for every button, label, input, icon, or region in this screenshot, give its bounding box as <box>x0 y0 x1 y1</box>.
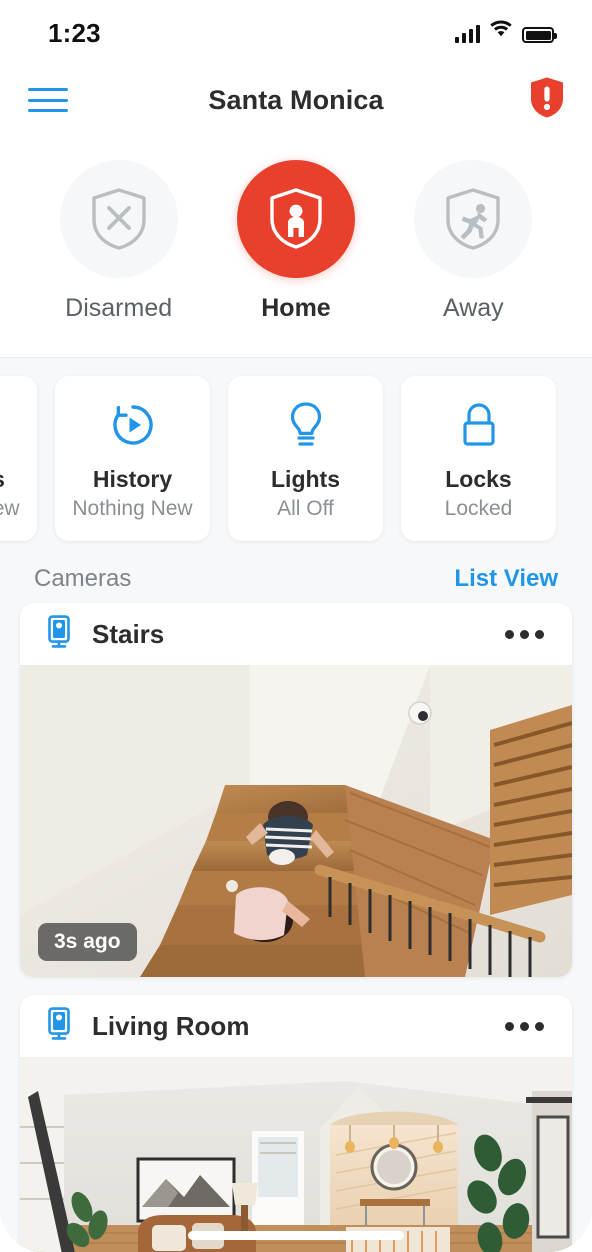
quick-card-title: Locks <box>445 466 512 492</box>
arm-mode-home[interactable]: Home <box>221 160 371 323</box>
quick-card-subtitle: All Off <box>277 497 334 520</box>
home-indicator <box>188 1231 404 1240</box>
cameras-section-header: Cameras List View <box>0 561 592 603</box>
list-view-link[interactable]: List View <box>454 565 558 593</box>
quick-card-title: Sensors <box>0 466 5 493</box>
shield-running-person-icon <box>446 188 501 250</box>
shield-alert-icon[interactable] <box>528 76 566 125</box>
arm-mode-label: Disarmed <box>65 294 173 322</box>
camera-card-stairs[interactable]: Stairs 3s ago <box>20 603 572 977</box>
shield-x-icon <box>91 188 146 250</box>
quick-card-sensors[interactable]: Sensors Nothing New <box>0 376 37 541</box>
quick-card-lights[interactable]: Lights All Off <box>228 376 383 541</box>
camera-card-header: Living Room <box>20 995 572 1057</box>
camera-timestamp-badge: 3s ago <box>38 923 137 961</box>
more-options-icon[interactable] <box>503 622 546 647</box>
cameras-section-label: Cameras <box>34 565 132 592</box>
arm-mode-away[interactable]: Away <box>398 160 548 323</box>
arm-mode-label: Away <box>442 294 504 322</box>
quick-card-title: History <box>92 466 173 492</box>
camera-device-icon <box>46 1006 72 1046</box>
quick-card-title: Lights <box>271 466 340 492</box>
cellular-bars-icon <box>454 25 480 43</box>
quick-card-locks[interactable]: Locks Locked <box>401 376 556 541</box>
camera-name: Stairs <box>92 618 165 649</box>
status-bar: 1:23 <box>0 0 592 62</box>
home-button-circle[interactable] <box>236 160 355 278</box>
device-notch <box>181 0 411 33</box>
away-button-circle[interactable] <box>414 160 533 278</box>
arm-mode-label: Home <box>261 294 331 322</box>
battery-full-icon <box>522 27 557 43</box>
app-screen: 1:23 Santa Monica Disarmed Home Away w H… <box>0 0 592 1252</box>
quick-actions-carousel[interactable]: Sensors Nothing New History Nothing New <box>0 358 592 561</box>
page-title: Santa Monica <box>208 84 384 115</box>
more-options-icon[interactable] <box>503 1014 546 1039</box>
arm-mode-disarmed[interactable]: Disarmed <box>44 160 194 323</box>
app-header: Santa Monica <box>0 62 592 138</box>
camera-device-icon <box>46 614 72 654</box>
camera-feed-stairs[interactable]: 3s ago <box>20 665 572 977</box>
lightbulb-icon <box>283 396 329 454</box>
status-bar-icons <box>454 20 557 43</box>
camera-card-living-room[interactable]: Living Room <box>20 995 572 1252</box>
hamburger-menu-icon[interactable] <box>28 85 68 115</box>
arm-mode-selector: Disarmed Home Away <box>0 138 592 358</box>
status-bar-time: 1:23 <box>48 18 101 48</box>
quick-card-history[interactable]: History Nothing New <box>55 376 210 541</box>
disarmed-button-circle[interactable] <box>59 160 178 278</box>
camera-feed-living-room[interactable] <box>20 1057 572 1252</box>
quick-card-subtitle: Nothing New <box>0 497 20 520</box>
camera-card-header: Stairs <box>20 603 572 665</box>
quick-card-subtitle: Nothing New <box>72 497 193 520</box>
wifi-icon <box>489 20 513 43</box>
shield-person-icon <box>270 188 322 249</box>
history-replay-icon <box>106 396 160 454</box>
quick-card-subtitle: Locked <box>444 497 513 520</box>
camera-name: Living Room <box>92 1010 250 1041</box>
padlock-closed-icon <box>455 396 503 454</box>
living-room-feed-image <box>20 1057 572 1252</box>
